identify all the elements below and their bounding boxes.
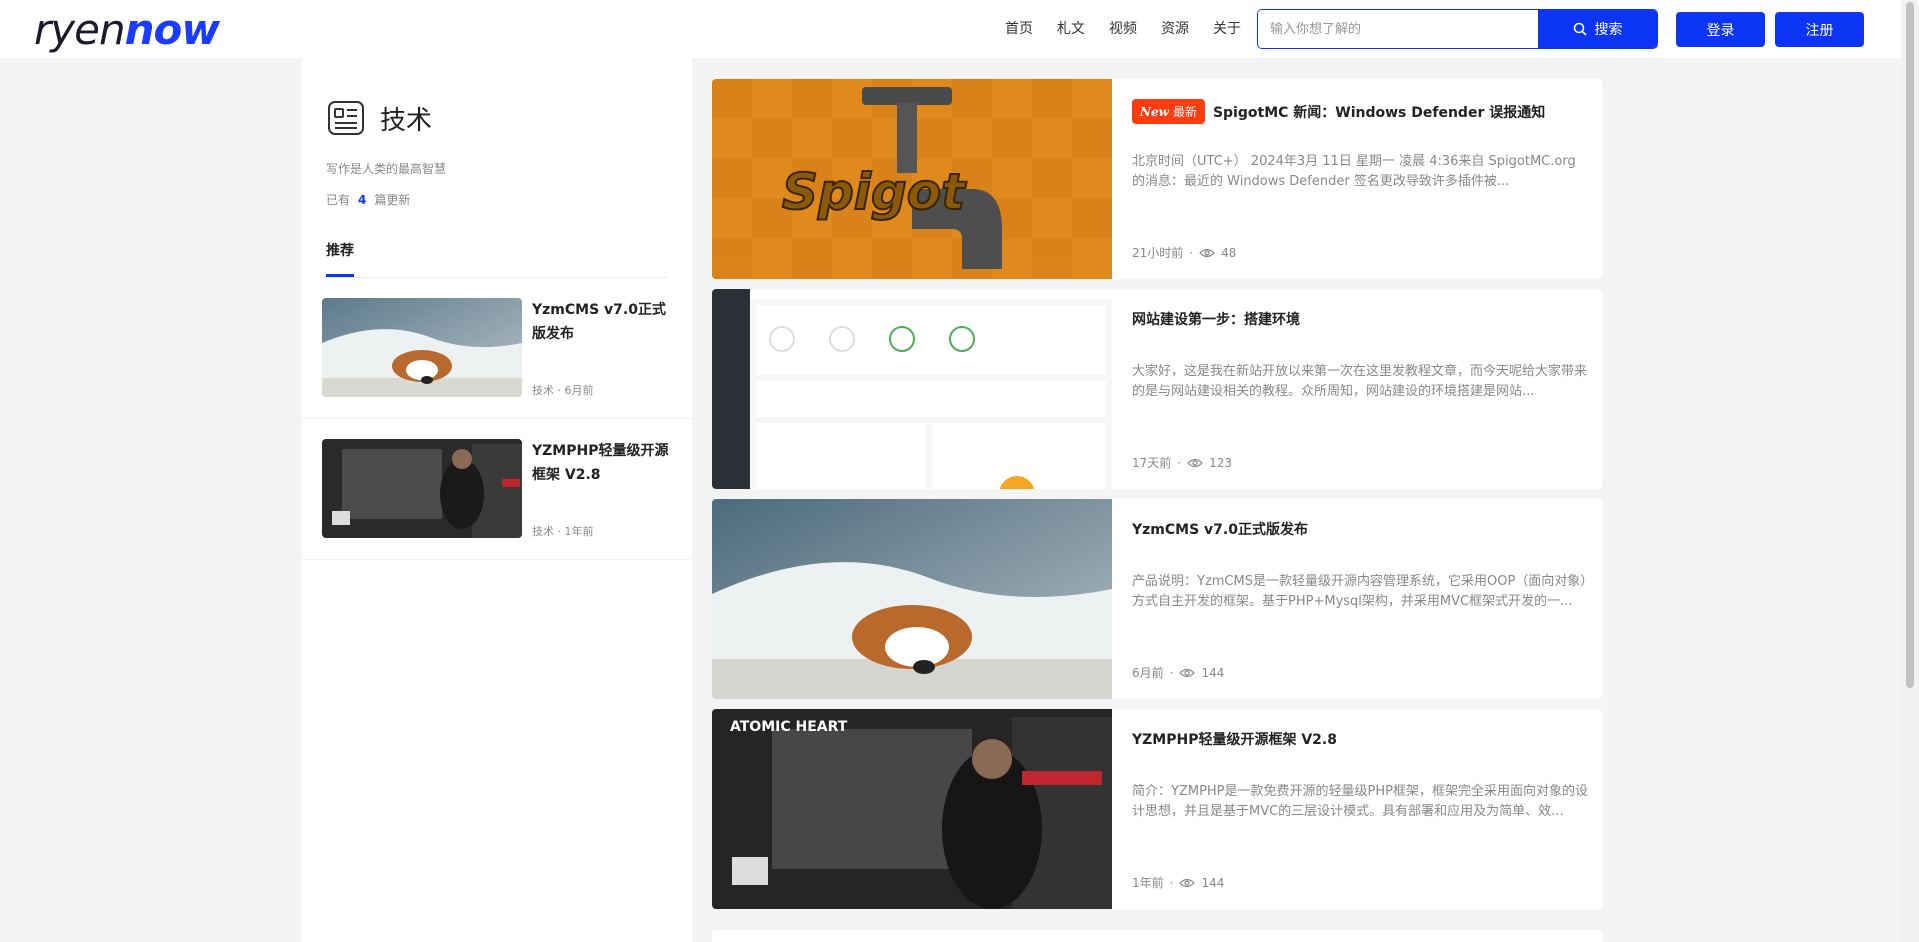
nav-videos[interactable]: 视频: [1109, 18, 1137, 38]
search-button-label: 搜索: [1594, 22, 1623, 38]
article-views: 48: [1221, 245, 1237, 260]
article-title[interactable]: YZMPHP轻量级开源框架 V2.8: [1132, 729, 1337, 749]
article-thumbnail-atomic-heart[interactable]: ATOMIC HEART: [712, 709, 1112, 909]
sidebar-tabs: 推荐: [326, 240, 668, 278]
eye-icon: [1199, 248, 1215, 257]
new-badge-label: 最新: [1172, 105, 1197, 119]
article-time: 17天前: [1132, 456, 1172, 470]
article-card[interactable]: Spigot New 最新 SpigotMC 新闻：Windows Defende…: [712, 79, 1602, 279]
article-views: 144: [1201, 875, 1225, 890]
article-meta: 6月前 · 144: [1132, 665, 1225, 681]
article-title-text[interactable]: YzmCMS v7.0正式版发布: [1132, 519, 1308, 539]
article-thumbnail-puppy[interactable]: [712, 499, 1112, 699]
post-thumbnail-puppy[interactable]: [322, 298, 522, 397]
article-meta: 1年前 · 144: [1132, 875, 1225, 891]
category-description: 写作是人类的最高智慧: [326, 162, 447, 176]
article-title[interactable]: 网站建设第一步：搭建环境: [1132, 309, 1300, 329]
search-button[interactable]: 搜索: [1538, 10, 1657, 48]
article-icon: [328, 101, 364, 135]
sidebar-post-title[interactable]: YZMPHP轻量级开源框架 V2.8: [532, 439, 672, 487]
article-views: 144: [1201, 665, 1225, 680]
article-excerpt: 产品说明：YzmCMS是一款轻量级开源内容管理系统，它采用OOP（面向对象）方式…: [1132, 574, 1587, 609]
login-button[interactable]: 登录: [1676, 12, 1765, 47]
page-scrollbar[interactable]: [1901, 0, 1919, 942]
category-count: 已有 4 篇更新: [326, 191, 668, 208]
article-card[interactable]: 网站建设第一步：搭建环境 大家好，这是我在新站开放以来第一次在这里发教程文章，而…: [712, 289, 1602, 489]
atomic-heart-logo-text: ATOMIC HEART: [730, 719, 848, 735]
article-title[interactable]: New 最新 SpigotMC 新闻：Windows Defender 误报通知: [1132, 99, 1545, 124]
article-card-partial[interactable]: [712, 930, 1602, 942]
article-time: 21小时前: [1132, 246, 1184, 260]
sidebar-post-title[interactable]: YzmCMS v7.0正式版发布: [532, 298, 672, 346]
article-title-text[interactable]: 网站建设第一步：搭建环境: [1132, 309, 1300, 329]
search-box: 搜索: [1257, 9, 1658, 49]
logo-text-left: ryen: [34, 5, 126, 54]
eye-icon: [1179, 878, 1196, 887]
new-badge: New 最新: [1132, 99, 1205, 124]
register-button[interactable]: 注册: [1775, 12, 1864, 47]
new-badge-icon: New: [1140, 104, 1169, 119]
count-suffix: 篇更新: [374, 193, 411, 207]
article-excerpt: 简介：YZMPHP是一款免费开源的轻量级PHP框架，框架完全采用面向对象的设计思…: [1132, 784, 1588, 819]
search-input[interactable]: [1258, 10, 1538, 48]
article-card[interactable]: YzmCMS v7.0正式版发布 产品说明：YzmCMS是一款轻量级开源内容管理…: [712, 499, 1602, 699]
article-excerpt: 大家好，这是我在新站开放以来第一次在这里发教程文章，而今天呢给大家带来的是与网站…: [1132, 364, 1588, 399]
article-title-text[interactable]: YZMPHP轻量级开源框架 V2.8: [1132, 729, 1337, 749]
category-title: 技术: [380, 105, 433, 136]
nav-articles[interactable]: 札文: [1057, 18, 1085, 38]
sidebar-post-meta: 技术 · 1年前: [532, 525, 594, 538]
article-card[interactable]: ATOMIC HEART YZMPHP轻量级开源框架 V2.8 简介：YZMPH…: [712, 709, 1602, 909]
top-header: ryennow 首页 札文 视频 资源 关于 搜索 登录 注册: [0, 0, 1901, 58]
tab-recommended[interactable]: 推荐: [326, 240, 354, 277]
nav-resources[interactable]: 资源: [1161, 18, 1189, 38]
count-prefix: 已有: [326, 193, 351, 207]
sidebar-post-item[interactable]: YZMPHP轻量级开源框架 V2.8 技术 · 1年前: [302, 419, 692, 560]
sidebar-post-item[interactable]: YzmCMS v7.0正式版发布 技术 · 6月前: [302, 278, 692, 419]
category-sidebar: 技术 写作是人类的最高智慧 已有 4 篇更新 推荐 YzmCMS v7.0正式版发布…: [302, 58, 692, 942]
article-time: 1年前: [1132, 876, 1164, 890]
category-header: 技术: [326, 98, 668, 138]
count-value: 4: [358, 193, 367, 207]
article-title-text[interactable]: SpigotMC 新闻：Windows Defender 误报通知: [1213, 102, 1545, 122]
article-thumbnail-dashboard[interactable]: [712, 289, 1112, 489]
eye-icon: [1187, 458, 1203, 467]
logo-text-right: now: [124, 5, 221, 54]
sidebar-post-meta: 技术 · 6月前: [532, 384, 594, 397]
spigot-logo-text: Spigot: [782, 163, 967, 221]
nav-about[interactable]: 关于: [1213, 18, 1241, 38]
nav-home[interactable]: 首页: [1005, 18, 1033, 38]
article-views: 123: [1209, 455, 1233, 470]
site-logo[interactable]: ryennow: [34, 5, 221, 54]
article-meta: 17天前 · 123: [1132, 455, 1233, 471]
search-icon: [1573, 22, 1587, 36]
eye-icon: [1179, 668, 1196, 677]
post-thumbnail-atomic-heart[interactable]: [322, 439, 522, 538]
main-nav: 首页 札文 视频 资源 关于: [1005, 18, 1241, 38]
article-time: 6月前: [1132, 666, 1164, 680]
article-excerpt: 北京时间（UTC+） 2024年3月 11日 星期一 凌晨 4:36来自 Spi…: [1132, 154, 1576, 189]
scrollbar-thumb[interactable]: [1906, 2, 1914, 688]
article-thumbnail-spigot[interactable]: Spigot: [712, 79, 1112, 279]
article-meta: 21小时前 · 48: [1132, 245, 1237, 261]
article-title[interactable]: YzmCMS v7.0正式版发布: [1132, 519, 1308, 539]
